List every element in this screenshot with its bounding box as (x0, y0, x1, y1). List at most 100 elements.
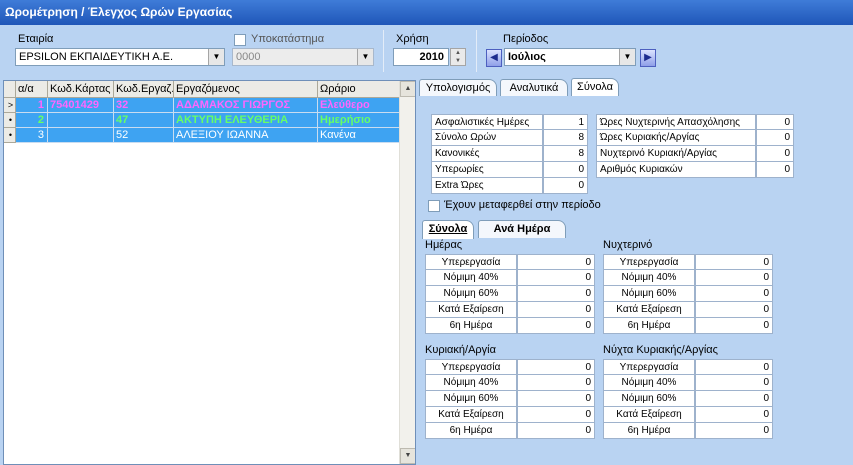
group-row-label: Νόμιμη 40% (425, 270, 517, 286)
grid-scrollbar[interactable]: ▲ ▼ (399, 81, 415, 464)
year-input[interactable]: 2010 (393, 48, 449, 66)
group-row-value: 0 (517, 375, 595, 391)
summary-value: 0 (756, 146, 794, 162)
group-row-value: 0 (517, 318, 595, 334)
group-row-value: 0 (695, 407, 773, 423)
group-table: Υπερεργασία 0 Νόμιμη 40% 0 Νόμιμη 60% 0 Κατά Ε… (603, 254, 773, 336)
cell-card (48, 128, 114, 143)
row-indicator[interactable]: > (4, 98, 16, 113)
header-card[interactable]: Κωδ.Κάρτας (48, 81, 114, 98)
group-row-label: Νόμιμη 60% (425, 391, 517, 407)
group-row-label: Κατά Εξαίρεση (603, 302, 695, 318)
summary-value: 0 (756, 162, 794, 178)
cell-code: 52 (114, 128, 174, 143)
group-row-value: 0 (695, 423, 773, 439)
group-title: Νύχτα Κυριακής/Αργίας (603, 344, 718, 356)
group-row-value: 0 (517, 359, 595, 375)
group-table: Υπερεργασία 0 Νόμιμη 40% 0 Νόμιμη 60% 0 Κατά Ε… (425, 254, 595, 336)
summary-value: 1 (543, 114, 588, 130)
group-row-value: 0 (517, 254, 595, 270)
group-row-value: 0 (517, 286, 595, 302)
summary-label: Ασφαλιστικές Ημέρες (431, 114, 543, 130)
chevron-down-icon[interactable]: ▼ (619, 49, 635, 65)
subtab-totals[interactable]: Σύνολα (422, 220, 474, 239)
divider (383, 30, 384, 72)
tab-detailed[interactable]: Αναλυτικά (500, 79, 568, 97)
scroll-up-icon[interactable]: ▲ (400, 81, 415, 97)
cell-code: 32 (114, 98, 174, 113)
header-aa[interactable]: α/α (16, 81, 48, 98)
branch-select[interactable]: 0000 ▼ (232, 48, 374, 66)
group-row-value: 0 (517, 391, 595, 407)
group-row-value: 0 (695, 270, 773, 286)
arrow-left-icon: ◀ (490, 52, 498, 63)
group-row-value: 0 (517, 302, 595, 318)
table-row[interactable]: • 2 47 ΑΚΤΥΠΗ ΕΛΕΥΘΕΡΙΑ Ημερήσιο (4, 113, 400, 128)
group-row-label: Κατά Εξαίρεση (425, 407, 517, 423)
summary-value: 0 (756, 114, 794, 130)
summary-label: Νυχτερινό Κυριακή/Αργίας (596, 146, 756, 162)
window-title: Ωρομέτρηση / Έλεγχος Ωρών Εργασίας (0, 0, 853, 25)
divider (476, 30, 477, 72)
group-row-label: Νόμιμη 40% (603, 375, 695, 391)
year-spinner[interactable]: ▲ ▼ (450, 48, 466, 66)
branch-value: 0000 (236, 51, 261, 63)
group-row-value: 0 (695, 359, 773, 375)
header-code[interactable]: Κωδ.Εργαζ. (114, 81, 174, 98)
summary-value: 0 (543, 178, 588, 194)
spin-up-icon[interactable]: ▲ (451, 49, 465, 57)
cell-card: 75401429 (48, 98, 114, 113)
period-select[interactable]: Ιούλιος ▼ (504, 48, 636, 66)
cell-card (48, 113, 114, 128)
summary-value: 8 (543, 146, 588, 162)
row-indicator[interactable]: • (4, 128, 16, 143)
group-row-value: 0 (695, 286, 773, 302)
header-employee[interactable]: Εργαζόμενος (174, 81, 318, 98)
summary-label: Extra Ώρες (431, 178, 543, 194)
group-table: Υπερεργασία 0 Νόμιμη 40% 0 Νόμιμη 60% 0 Κατά Ε… (603, 359, 773, 441)
branch-checkbox[interactable] (234, 34, 246, 46)
cell-aa: 3 (16, 128, 48, 143)
company-value: EPSILON ΕΚΠΑΙΔΕΥΤΙΚΗ Α.Ε. (19, 51, 174, 63)
tab-calculation[interactable]: Υπολογισμός (419, 79, 497, 97)
group-row-label: Κατά Εξαίρεση (425, 302, 517, 318)
group-title: Κυριακή/Αργία (425, 344, 496, 356)
table-row[interactable]: • 3 52 ΑΛΕΞΙΟΥ ΙΩΑΝΝΑ Κανένα (4, 128, 400, 143)
company-select[interactable]: EPSILON ΕΚΠΑΙΔΕΥΤΙΚΗ Α.Ε. ▼ (15, 48, 225, 66)
summary-label: Αριθμός Κυριακών (596, 162, 756, 178)
transferred-checkbox[interactable] (428, 200, 440, 212)
spin-down-icon[interactable]: ▼ (451, 57, 465, 65)
summary-label: Κανονικές (431, 146, 543, 162)
chevron-down-icon[interactable]: ▼ (357, 49, 373, 65)
period-value: Ιούλιος (508, 51, 546, 63)
group-row-value: 0 (517, 270, 595, 286)
header-indicator (4, 81, 16, 98)
group-row-label: 6η Ημέρα (425, 318, 517, 334)
group-row-label: Νόμιμη 60% (603, 286, 695, 302)
period-label: Περίοδος (503, 33, 549, 45)
summary-label: Σύνολο Ωρών (431, 130, 543, 146)
transferred-label: Έχουν μεταφερθεί στην περίοδο (444, 199, 601, 211)
next-period-button[interactable]: ▶ (640, 49, 656, 67)
summary-label: Ώρες Νυχτερινής Απασχόλησης (596, 114, 756, 130)
cell-schedule: Ημερήσιο (318, 113, 400, 128)
cell-schedule: Κανένα (318, 128, 400, 143)
cell-employee: ΑΛΕΞΙΟΥ ΙΩΑΝΝΑ (174, 128, 318, 143)
group-row-label: Υπερεργασία (603, 254, 695, 270)
scroll-down-icon[interactable]: ▼ (400, 448, 415, 464)
header-schedule[interactable]: Ωράριο (318, 81, 400, 98)
group-row-label: Νόμιμη 60% (425, 286, 517, 302)
row-indicator[interactable]: • (4, 113, 16, 128)
branch-label: Υποκατάστημα (251, 33, 325, 45)
subtab-per-day[interactable]: Ανά Ημέρα (478, 220, 566, 238)
group-row-label: Νόμιμη 40% (603, 270, 695, 286)
previous-period-button[interactable]: ◀ (486, 49, 502, 67)
tab-totals[interactable]: Σύνολα (571, 78, 619, 97)
cell-aa: 1 (16, 98, 48, 113)
summary-value: 8 (543, 130, 588, 146)
group-row-value: 0 (517, 423, 595, 439)
chevron-down-icon[interactable]: ▼ (208, 49, 224, 65)
table-row[interactable]: >1 75401429 32 ΑΔΑΜΑΚΟΣ ΓΙΩΡΓΟΣ Ελεύθερο (4, 98, 400, 113)
summary-right: Ώρες Νυχτερινής Απασχόλησης 0 Ώρες Κυριακή… (596, 114, 794, 180)
group-row-value: 0 (695, 375, 773, 391)
